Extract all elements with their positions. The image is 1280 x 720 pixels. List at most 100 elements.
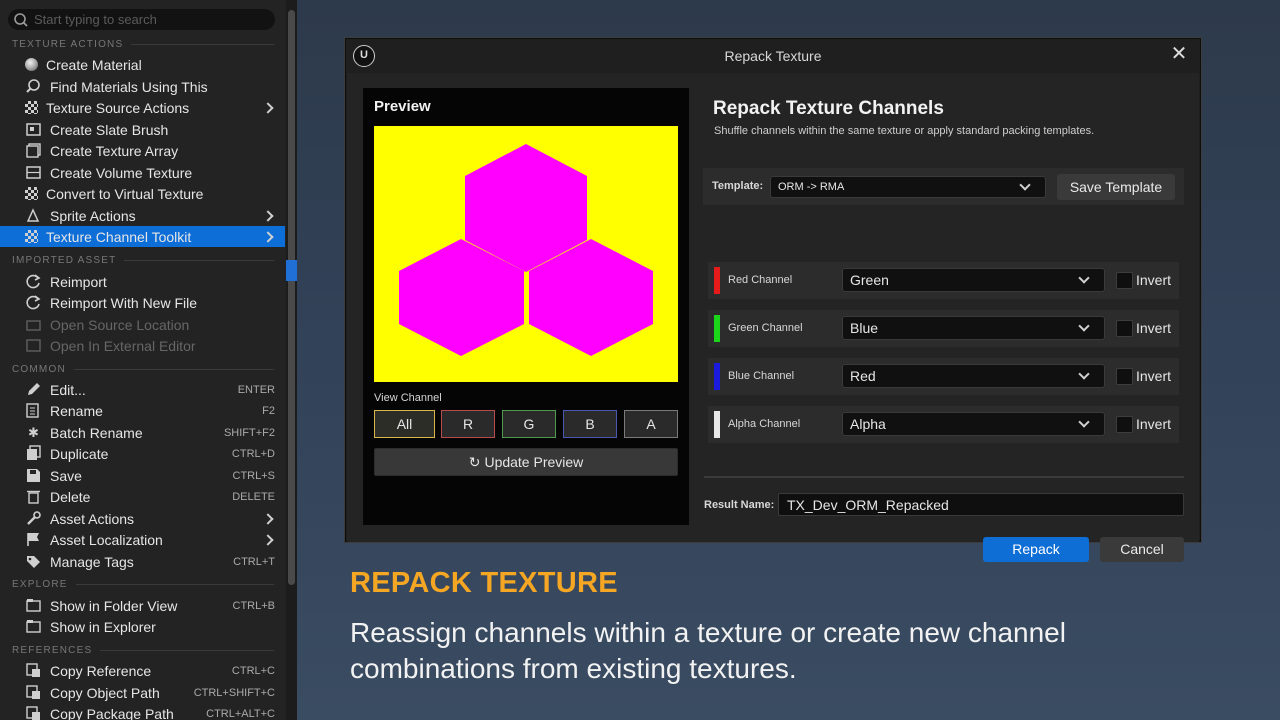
view-channel-all-button[interactable]: All <box>374 410 435 438</box>
cancel-button[interactable]: Cancel <box>1100 537 1184 562</box>
slate-brush-icon <box>25 121 42 138</box>
view-channel-label: View Channel <box>374 392 442 404</box>
template-row: Template: ORM -> RMA Save Template <box>703 168 1184 205</box>
menu-item-open-source-location: Open Source Location <box>0 314 285 335</box>
menu-item-copy-reference[interactable]: Copy Reference CTRL+C <box>0 660 285 681</box>
invert-label: Invert <box>1136 272 1172 288</box>
repack-subheading: Shuffle channels within the same texture… <box>714 125 1095 137</box>
menu-item-create-volume-texture[interactable]: Create Volume Texture <box>0 162 285 183</box>
menu-item-convert-virtual-texture[interactable]: Convert to Virtual Texture <box>0 183 285 204</box>
copy-reference-icon <box>25 662 42 679</box>
sprite-icon <box>25 207 42 224</box>
external-editor-icon <box>25 337 42 354</box>
save-template-button[interactable]: Save Template <box>1057 174 1175 200</box>
menu-item-save[interactable]: Save CTRL+S <box>0 465 285 486</box>
alpha-channel-source-dropdown[interactable]: Alpha <box>842 412 1105 436</box>
menu-item-edit[interactable]: Edit... ENTER <box>0 379 285 400</box>
menu-item-asset-localization[interactable]: Asset Localization <box>0 529 285 550</box>
template-label: Template: <box>712 180 764 192</box>
menu-item-open-external-editor: Open In External Editor <box>0 335 285 356</box>
menu-item-duplicate[interactable]: Duplicate CTRL+D <box>0 443 285 464</box>
result-name-input[interactable] <box>778 493 1184 516</box>
blue-channel-source-dropdown[interactable]: Red <box>842 364 1105 388</box>
submenu-arrow-icon <box>264 211 273 220</box>
menu-item-delete[interactable]: Delete DELETE <box>0 486 285 507</box>
menu-item-manage-tags[interactable]: Manage Tags CTRL+T <box>0 551 285 572</box>
channel-name: Alpha Channel <box>728 418 801 430</box>
channel-row-alpha: Alpha Channel Alpha Invert <box>708 406 1179 443</box>
invert-label: Invert <box>1136 320 1172 336</box>
channel-name: Green Channel <box>728 322 803 334</box>
menu-item-show-folder-view[interactable]: Show in Folder View CTRL+B <box>0 595 285 616</box>
rename-icon <box>25 402 42 419</box>
green-channel-swatch <box>714 315 720 342</box>
flag-icon <box>25 531 42 548</box>
copy-package-icon <box>25 705 42 720</box>
caption-body: Reassign channels within a texture or cr… <box>350 617 1066 684</box>
divider <box>704 476 1184 478</box>
menu-item-texture-channel-toolkit[interactable]: Texture Channel Toolkit <box>0 226 285 247</box>
alpha-invert-checkbox[interactable] <box>1116 416 1133 433</box>
view-channel-a-button[interactable]: A <box>624 410 678 438</box>
blue-invert-checkbox[interactable] <box>1116 368 1133 385</box>
tag-icon <box>25 553 42 570</box>
menu-item-find-materials[interactable]: Find Materials Using This <box>0 76 285 97</box>
asset-context-menu: TEXTURE ACTIONS Create Material Find Mat… <box>0 0 297 720</box>
search-input[interactable] <box>34 12 264 27</box>
folder-icon <box>25 316 42 333</box>
view-channel-b-button[interactable]: B <box>563 410 617 438</box>
red-invert-checkbox[interactable] <box>1116 272 1133 289</box>
menu-item-copy-object-path[interactable]: Copy Object Path CTRL+SHIFT+C <box>0 682 285 703</box>
channel-source-value: Green <box>850 272 889 288</box>
dialog-body: Preview View Channel All R G B A ↻ Updat… <box>347 73 1199 562</box>
reimport-icon <box>25 273 42 290</box>
menu-item-create-material[interactable]: Create Material <box>0 54 285 75</box>
result-name-label: Result Name: <box>704 499 775 511</box>
template-dropdown[interactable]: ORM -> RMA <box>770 176 1046 198</box>
update-preview-button[interactable]: ↻ Update Preview <box>374 448 678 476</box>
update-preview-label: Update Preview <box>484 454 584 470</box>
invert-label: Invert <box>1136 368 1172 384</box>
close-button[interactable]: ✕ <box>1168 43 1190 65</box>
refresh-icon: ↻ <box>468 453 481 470</box>
submenu-arrow-icon <box>264 514 273 523</box>
menu-item-create-texture-array[interactable]: Create Texture Array <box>0 140 285 161</box>
reimport-file-icon <box>25 294 42 311</box>
menu-item-reimport-new-file[interactable]: Reimport With New File <box>0 292 285 313</box>
green-invert-checkbox[interactable] <box>1116 320 1133 337</box>
star-icon: ✱ <box>28 425 39 440</box>
green-channel-source-dropdown[interactable]: Blue <box>842 316 1105 340</box>
preview-panel: Preview View Channel All R G B A ↻ Updat… <box>363 88 689 525</box>
channel-source-value: Alpha <box>850 416 886 432</box>
volume-texture-icon <box>25 164 42 181</box>
menu-item-texture-source-actions[interactable]: Texture Source Actions <box>0 97 285 118</box>
magnifier-icon <box>25 78 42 95</box>
view-channel-g-button[interactable]: G <box>502 410 556 438</box>
menu-item-copy-package-path[interactable]: Copy Package Path CTRL+ALT+C <box>0 703 285 720</box>
menu-item-reimport[interactable]: Reimport <box>0 271 285 292</box>
menu-item-rename[interactable]: Rename F2 <box>0 400 285 421</box>
trash-icon <box>25 488 42 505</box>
view-channel-r-button[interactable]: R <box>441 410 495 438</box>
section-imported-asset: IMPORTED ASSET <box>12 253 274 267</box>
channel-source-value: Blue <box>850 320 879 336</box>
wrench-icon <box>25 510 42 527</box>
chevron-down-icon <box>1078 274 1090 286</box>
repack-heading: Repack Texture Channels <box>713 98 944 119</box>
menu-search-box[interactable] <box>8 9 275 30</box>
red-channel-source-dropdown[interactable]: Green <box>842 268 1105 292</box>
duplicate-icon <box>25 445 42 462</box>
submenu-arrow-icon <box>264 103 273 112</box>
repack-button[interactable]: Repack <box>983 537 1089 562</box>
menu-item-create-slate-brush[interactable]: Create Slate Brush <box>0 119 285 140</box>
menu-item-asset-actions[interactable]: Asset Actions <box>0 508 285 529</box>
menu-item-show-explorer[interactable]: Show in Explorer <box>0 616 285 637</box>
menu-scroll-thumb[interactable] <box>288 10 295 585</box>
dialog-title-bar[interactable]: U Repack Texture ✕ <box>346 39 1200 73</box>
dialog-title: Repack Texture <box>724 48 822 64</box>
channel-row-blue: Blue Channel Red Invert <box>708 358 1179 395</box>
material-icon <box>25 58 38 71</box>
menu-item-batch-rename[interactable]: ✱ Batch Rename SHIFT+F2 <box>0 422 285 443</box>
menu-item-sprite-actions[interactable]: Sprite Actions <box>0 205 285 226</box>
preview-title: Preview <box>374 98 431 115</box>
